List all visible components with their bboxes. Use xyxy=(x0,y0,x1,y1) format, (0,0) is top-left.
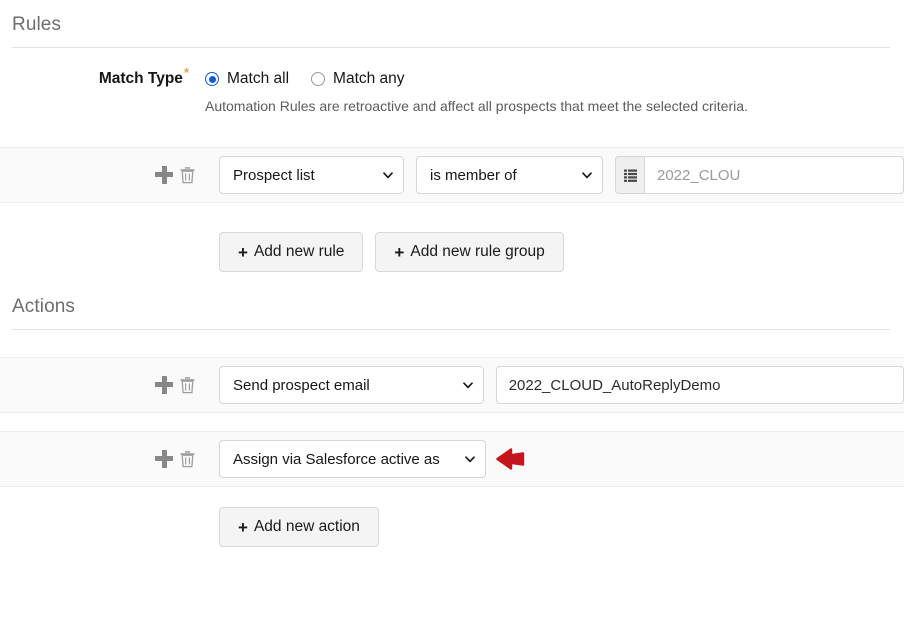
action-row-icons xyxy=(155,376,219,394)
action-value-input[interactable]: 2022_CLOUD_AutoReplyDemo xyxy=(495,366,904,404)
action-row: Send prospect email 2022_CLOUD_AutoReply… xyxy=(0,357,904,413)
action-type-select[interactable]: Assign via Salesforce active as xyxy=(219,440,486,478)
plus-icon: + xyxy=(394,242,405,262)
chevron-down-icon xyxy=(465,456,475,463)
match-type-label: Match Type* xyxy=(0,66,205,89)
plus-icon[interactable] xyxy=(155,376,173,394)
criteria-field-value: Prospect list xyxy=(233,166,315,184)
criteria-value-group: 2022_CLOU xyxy=(615,156,904,194)
action-type-value: Assign via Salesforce active as xyxy=(233,450,440,468)
list-picker-button[interactable] xyxy=(615,156,644,194)
automation-rule-editor: Rules Match Type* Match all Match any Au… xyxy=(0,0,904,636)
chevron-down-icon xyxy=(462,382,473,389)
criteria-operator-value: is member of xyxy=(430,166,517,184)
action-row: Assign via Salesforce active as xyxy=(0,431,904,487)
criteria-value-input[interactable]: 2022_CLOU xyxy=(644,156,904,194)
plus-icon: + xyxy=(238,242,248,262)
add-new-rule-group-label: Add new rule group xyxy=(410,243,545,260)
criteria-row: Prospect list is member of 2022_CLOU xyxy=(0,147,904,203)
trash-icon[interactable] xyxy=(179,450,196,468)
trash-icon[interactable] xyxy=(179,376,196,394)
criteria-row-icons xyxy=(155,166,219,184)
match-type-controls: Match all Match any Automation Rules are… xyxy=(205,69,904,114)
chevron-down-icon xyxy=(383,172,393,179)
match-type-radio-group: Match all Match any xyxy=(205,69,904,89)
plus-icon[interactable] xyxy=(155,450,173,468)
add-new-rule-group-button[interactable]: + Add new rule group xyxy=(375,232,564,272)
trash-icon[interactable] xyxy=(179,166,196,184)
radio-match-any[interactable]: Match any xyxy=(311,70,405,88)
match-type-label-text: Match Type xyxy=(98,70,183,87)
radio-match-all[interactable]: Match all xyxy=(205,70,289,88)
required-asterisk-icon: * xyxy=(183,64,189,80)
rules-button-bar: + Add new rule + Add new rule group xyxy=(0,232,904,272)
rules-section-heading: Rules xyxy=(12,14,62,35)
add-new-rule-button[interactable]: + Add new rule xyxy=(219,232,364,272)
plus-icon[interactable] xyxy=(155,166,173,184)
action-type-select[interactable]: Send prospect email xyxy=(219,366,484,404)
action-row-icons xyxy=(155,450,219,468)
radio-unselected-icon[interactable] xyxy=(311,72,326,86)
match-type-helper-text: Automation Rules are retroactive and aff… xyxy=(205,98,748,114)
action-type-value: Send prospect email xyxy=(233,376,370,394)
actions-button-bar: + Add new action xyxy=(0,507,904,547)
radio-selected-icon[interactable] xyxy=(205,72,219,86)
chevron-down-icon xyxy=(582,172,592,179)
list-icon xyxy=(623,169,637,182)
plus-icon: + xyxy=(238,517,248,537)
match-type-row: Match Type* Match all Match any Automati… xyxy=(0,48,904,114)
add-new-action-label: Add new action xyxy=(253,518,360,535)
red-left-arrow-icon xyxy=(496,448,525,470)
radio-match-any-label: Match any xyxy=(333,70,405,87)
criteria-field-select[interactable]: Prospect list xyxy=(219,156,404,194)
criteria-operator-select[interactable]: is member of xyxy=(416,156,603,194)
add-new-action-button[interactable]: + Add new action xyxy=(219,507,379,547)
add-new-rule-label: Add new rule xyxy=(253,243,345,260)
radio-match-all-label: Match all xyxy=(227,70,290,87)
actions-section-heading: Actions xyxy=(12,296,76,317)
